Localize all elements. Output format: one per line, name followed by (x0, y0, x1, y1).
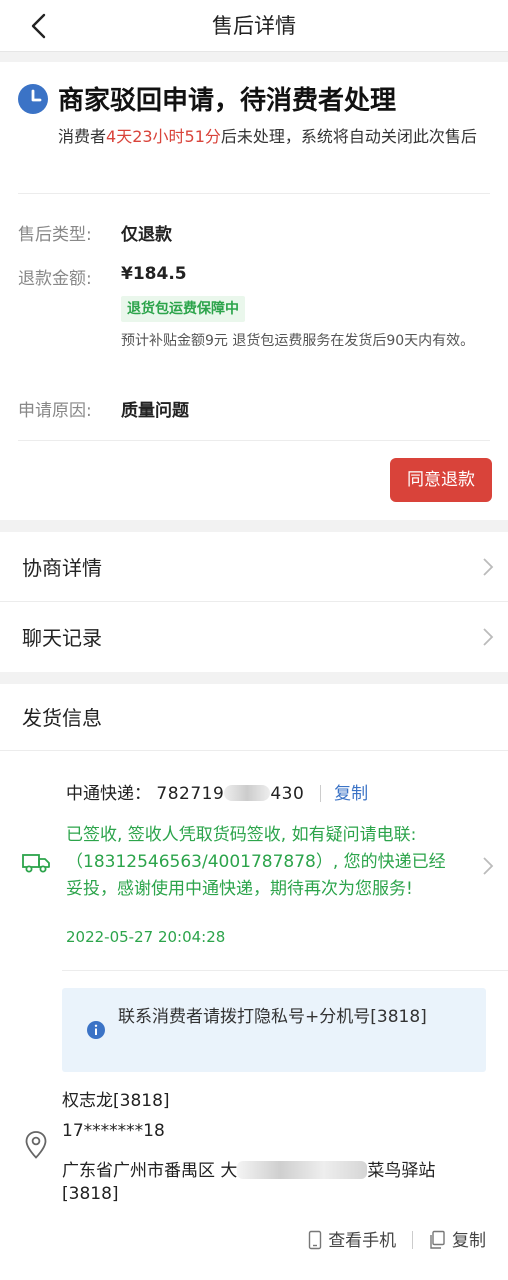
reason-value: 质量问题 (121, 401, 189, 421)
links-card: 协商详情 聊天记录 (0, 532, 508, 672)
redacted-blur (224, 785, 271, 801)
divider (0, 750, 508, 751)
location-pin-icon (25, 1131, 47, 1159)
status-description: 消费者4天23小时51分后未处理，系统将自动关闭此次售后 (58, 124, 498, 150)
view-phone-button[interactable]: 查看手机 (308, 1226, 396, 1251)
redacted-blur (237, 1161, 368, 1179)
chevron-right-icon[interactable] (482, 856, 494, 876)
address-end: 菜鸟驿站 (367, 1161, 436, 1181)
tracking-status-text[interactable]: 已签收, 签收人凭取货码签收, 如有疑问请电联:（18312546563/400… (66, 822, 461, 903)
chevron-right-icon (483, 558, 494, 576)
negotiation-details-label: 协商详情 (22, 556, 102, 580)
refund-type-label: 售后类型: (18, 225, 92, 245)
chevron-right-icon (483, 628, 494, 646)
separator (319, 785, 321, 802)
agree-refund-button[interactable]: 同意退款 (390, 458, 492, 502)
nav-bar: 售后详情 (0, 0, 508, 52)
clock-icon (18, 84, 48, 114)
status-title: 商家驳回申请，待消费者处理 (58, 86, 397, 116)
copy-address-button[interactable]: 复制 (428, 1226, 486, 1251)
shipping-insurance-badge: 退货包运费保障中 (121, 296, 245, 322)
copy-icon (430, 1230, 445, 1249)
status-desc-prefix: 消费者 (58, 127, 107, 146)
chat-history-label: 聊天记录 (22, 626, 102, 650)
address-start: 广东省广州市番禺区 大 (62, 1161, 238, 1181)
privacy-number-text: 联系消费者请拨打隐私号+分机号[3818] (118, 1007, 427, 1027)
copy-tracking-button[interactable]: 复制 (334, 784, 368, 804)
divider (62, 970, 508, 971)
tracking-line: 中通快递： 782719 430 复制 (66, 779, 368, 804)
shipping-card: 发货信息 中通快递： 782719 430 复制 已签收, 签收人凭取货码签收, … (0, 684, 508, 1280)
receiver-address: 广东省广州市番禺区 大 菜鸟驿站 (62, 1156, 435, 1181)
address-actions: 查看手机 复制 (308, 1226, 486, 1251)
tracking-timestamp: 2022-05-27 20:04:28 (66, 928, 226, 946)
refund-amount-value: ¥184.5 (121, 264, 187, 284)
tracking-number-end: 430 (270, 784, 305, 804)
receiver-name: 权志龙[3818] (62, 1091, 170, 1111)
copy-address-label: 复制 (452, 1231, 486, 1251)
reason-label: 申请原因: (18, 401, 92, 421)
status-desc-suffix: 后未处理，系统将自动关闭此次售后 (220, 127, 477, 146)
negotiation-details-row[interactable]: 协商详情 (0, 532, 508, 602)
divider (18, 440, 490, 441)
page-title: 售后详情 (212, 14, 296, 38)
chat-history-row[interactable]: 聊天记录 (0, 602, 508, 672)
divider (18, 193, 490, 194)
separator (411, 1231, 413, 1249)
info-icon (87, 1021, 105, 1039)
subsidy-note: 预计补贴金额9元 退货包运费服务在发货后90天内有效。 (121, 333, 475, 349)
privacy-number-notice: 联系消费者请拨打隐私号+分机号[3818] (62, 988, 486, 1072)
countdown-text: 4天23小时51分 (106, 127, 221, 146)
shipping-section-title: 发货信息 (22, 706, 102, 730)
status-card: 商家驳回申请，待消费者处理 消费者4天23小时51分后未处理，系统将自动关闭此次… (0, 62, 508, 520)
carrier-label: 中通快递： (66, 784, 151, 804)
refund-type-value: 仅退款 (121, 225, 172, 245)
receiver-phone: 17*******18 (62, 1121, 165, 1141)
refund-amount-label: 退款金额: (18, 269, 92, 289)
view-phone-label: 查看手机 (328, 1231, 397, 1251)
tracking-number-start: 782719 (156, 784, 225, 804)
truck-icon (22, 854, 50, 873)
phone-icon (308, 1230, 322, 1250)
address-extension: [3818] (62, 1184, 119, 1204)
